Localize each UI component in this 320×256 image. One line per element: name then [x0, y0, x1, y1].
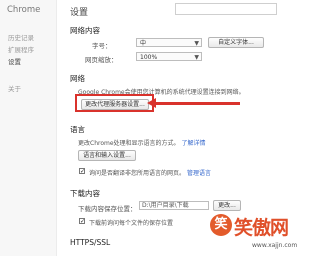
watermark: 笑 笑傲网 www.xajjn.com: [210, 212, 298, 254]
change-download-location-button[interactable]: 更改...: [213, 200, 241, 211]
learn-more-link[interactable]: 了解详情: [181, 140, 205, 147]
page-zoom-value: 100%: [140, 54, 158, 61]
network-section-title: 网络: [70, 74, 85, 83]
translate-checkbox-label: 询问是否翻译非您所用语言的网页。: [89, 170, 186, 177]
translate-checkbox[interactable]: ✓: [79, 168, 86, 175]
font-size-select[interactable]: 中 ▼: [136, 38, 202, 47]
font-size-value: 中: [140, 40, 147, 47]
annotation-arrow: [154, 102, 240, 105]
language-description-text: 更改Chrome处理和显示语言的方式。: [78, 140, 180, 147]
download-location-input[interactable]: D:\用户目录\下载: [139, 201, 209, 210]
font-size-label: 字号：: [92, 42, 112, 50]
https-section-title: HTTPS/SSL: [70, 238, 111, 247]
downloads-section-title: 下载内容: [70, 189, 100, 198]
sidebar: Chrome 历史记录 扩展程序 设置 关于: [0, 0, 57, 256]
translate-option: 询问是否翻译非您所用语言的网页。 管理语言: [89, 168, 211, 177]
checkmark-icon: ✓: [80, 218, 86, 225]
language-section-title: 语言: [70, 125, 85, 134]
watermark-brand-text: 笑傲网: [234, 217, 289, 239]
settings-search-input[interactable]: [175, 3, 277, 15]
language-input-settings-button[interactable]: 语言和输入设置...: [78, 150, 136, 161]
custom-fonts-button[interactable]: 自定义字体...: [208, 37, 264, 48]
ask-save-location-label: 下载前询问每个文件的保存位置: [89, 220, 174, 227]
sidebar-item-history[interactable]: 历史记录: [8, 32, 34, 42]
checkmark-icon: ✓: [80, 168, 86, 175]
download-location-label: 下载内容保存位置：: [78, 205, 137, 213]
chevron-down-icon: ▼: [194, 40, 199, 47]
ask-save-location-checkbox[interactable]: ✓: [79, 218, 86, 225]
page-title: 设置: [70, 8, 89, 18]
annotation-highlight-box: [75, 94, 154, 112]
sidebar-item-extensions[interactable]: 扩展程序: [8, 44, 34, 54]
sidebar-item-about[interactable]: 关于: [8, 83, 21, 93]
sidebar-item-settings[interactable]: 设置: [8, 56, 21, 66]
watermark-logo-icon: 笑: [210, 214, 232, 236]
language-description: 更改Chrome处理和显示语言的方式。 了解详情: [78, 138, 205, 147]
app-title: Chrome: [7, 5, 41, 15]
annotation-arrow-head: [147, 98, 156, 108]
web-content-section-title: 网络内容: [70, 26, 100, 35]
page-zoom-select[interactable]: 100% ▼: [136, 52, 202, 61]
chevron-down-icon: ▼: [194, 54, 199, 61]
manage-languages-link[interactable]: 管理语言: [187, 170, 211, 177]
page-zoom-label: 网页缩放：: [85, 56, 118, 64]
watermark-url: www.xajjn.com: [252, 242, 298, 249]
